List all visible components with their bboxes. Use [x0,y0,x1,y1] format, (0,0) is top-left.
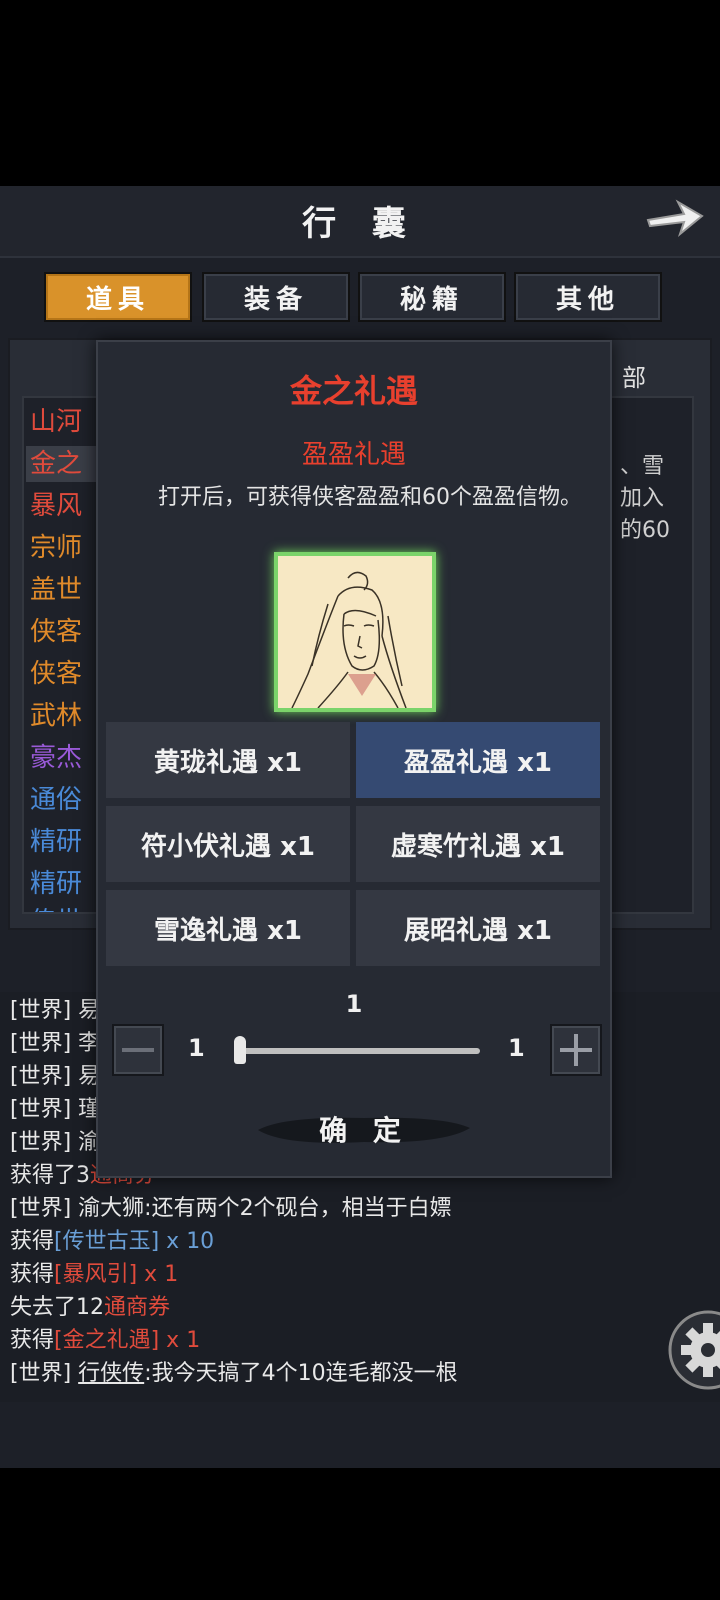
list-item-label: 精研 [30,827,83,857]
chat-text: :我今天搞了4个10连毛都没一根 [144,1361,458,1386]
chat-text: [世界] 李 [10,1031,101,1056]
page-title: 行 囊 [302,204,418,244]
tab-other[interactable]: 其他 [514,272,662,322]
list-item[interactable]: 山河 [30,404,82,440]
list-item[interactable]: 豪杰 [30,740,82,776]
detail-header-fragment: 部 [622,364,646,392]
dialog-subtitle: 盈盈礼遇 [301,440,406,470]
gift-option[interactable]: 雪逸礼遇 x1 [106,890,350,966]
list-item[interactable]: 武林 [30,698,82,734]
character-portrait-art [278,556,432,708]
dialog-description: 打开后，可获得侠客盈盈和60个盈盈信物。 [158,485,582,510]
increase-button[interactable] [550,1024,602,1076]
chat-line: [世界] 渝 [10,1128,100,1158]
quantity-min: 1 [188,1034,205,1062]
chat-line: 失去了12通商券 [10,1293,170,1323]
chat-text: 失去了12 [10,1295,104,1320]
tab-label: 道具 [85,284,150,315]
chat-text: [世界] 瑾 [10,1097,101,1122]
chat-text: 获得 [10,1262,55,1287]
confirm-button[interactable]: 确 定 [254,1104,474,1154]
dialog-title: 金之礼遇 [289,372,418,410]
list-item[interactable]: 盖世 [30,572,82,608]
chat-line: [世界] 渝大狮:还有两个2个砚台，相当于白嫖 [10,1194,452,1224]
minus-icon [122,1048,154,1052]
gear-icon[interactable] [668,1310,720,1390]
gift-option-selected[interactable]: 盈盈礼遇 x1 [356,722,600,798]
chat-text[interactable]: 行侠传 [78,1361,144,1386]
list-item-label: 武林 [30,701,83,731]
chat-text: [暴风引] x 1 [54,1262,179,1287]
arrow-right-icon[interactable] [644,194,706,240]
list-item-label: 宗师 [30,533,83,563]
list-item-label: 金之 [30,449,83,479]
gift-option[interactable]: 符小伏礼遇 x1 [106,806,350,882]
chat-line: [世界] 易 [10,996,100,1026]
chat-text: [世界] 易 [10,1064,101,1089]
tab-equipment[interactable]: 装备 [202,272,350,322]
list-item-label: 传世 [30,907,82,912]
list-item[interactable]: 暴风 [30,488,82,524]
list-item[interactable]: 宗师 [30,530,82,566]
chat-text: [世界] 渝 [10,1130,101,1155]
plus-icon [560,1034,592,1066]
chat-text: [世界] 渝大狮:还有两个2个砚台，相当于白嫖 [10,1196,452,1221]
list-item-label: 豪杰 [30,743,83,773]
slider-handle[interactable] [234,1036,246,1064]
title-bar: 行 囊 [0,186,720,258]
chat-text: 获得 [10,1229,55,1254]
quantity-slider[interactable] [236,1048,480,1054]
list-item-label: 山河 [30,407,83,437]
list-item-label: 侠客 [30,617,83,647]
chat-line: 获得[传世古玉] x 10 [10,1227,214,1257]
gift-option[interactable]: 展昭礼遇 x1 [356,890,600,966]
chat-line: [世界] 易 [10,1062,100,1092]
chat-text: 获得了3 [10,1163,90,1188]
tab-label: 装备 [243,284,308,315]
tab-items[interactable]: 道具 [44,272,192,322]
detail-desc-fragment: 加入 [620,486,665,511]
chat-text: [世界] [10,1361,79,1386]
chat-text: [传世古玉] x 10 [54,1229,215,1254]
list-item-label: 通俗 [30,785,83,815]
list-item-label: 侠客 [30,659,83,689]
list-item[interactable]: 精研 [30,866,82,902]
gift-option[interactable]: 黄珑礼遇 x1 [106,722,350,798]
decrease-button[interactable] [112,1024,164,1076]
chat-text: [世界] 易 [10,998,101,1023]
chat-line: 获得[金之礼遇] x 1 [10,1326,200,1356]
chat-text: 获得 [10,1328,55,1353]
detail-desc-fragment: 的60 [620,518,670,543]
list-item[interactable]: 传世 [30,904,82,912]
chat-text: 通商券 [104,1295,171,1320]
tab-manuals[interactable]: 秘籍 [358,272,506,322]
gift-option[interactable]: 虚寒竹礼遇 x1 [356,806,600,882]
list-item[interactable]: 侠客 [30,656,82,692]
tab-label: 秘籍 [399,284,464,315]
list-item-label: 暴风 [30,491,83,521]
chat-line: [世界] 李 [10,1029,100,1059]
list-item[interactable]: 通俗 [30,782,82,818]
chat-line: [世界] 瑾 [10,1095,100,1125]
quantity-max: 1 [508,1034,525,1062]
chat-line: [世界] 行侠传:我今天搞了4个10连毛都没一根 [10,1359,458,1389]
list-item[interactable]: 侠客 [30,614,82,650]
list-item[interactable]: 金之 [26,446,96,482]
tab-bar: 道具 装备 秘籍 其他 [44,272,676,322]
list-item[interactable]: 精研 [30,824,82,860]
chat-text: [金之礼遇] x 1 [54,1328,201,1353]
list-item-label: 盖世 [30,575,83,605]
gift-select-dialog: 金之礼遇 盈盈礼遇 打开后，可获得侠客盈盈和60个盈盈信物。 黄珑礼遇 x1 盈… [96,340,612,1178]
detail-desc-fragment: 、雪 [620,454,665,479]
character-portrait [274,552,436,712]
tab-label: 其他 [555,284,620,315]
quantity-value: 1 [345,990,363,1018]
chat-line: 获得[暴风引] x 1 [10,1260,178,1290]
list-item-label: 精研 [30,869,83,899]
